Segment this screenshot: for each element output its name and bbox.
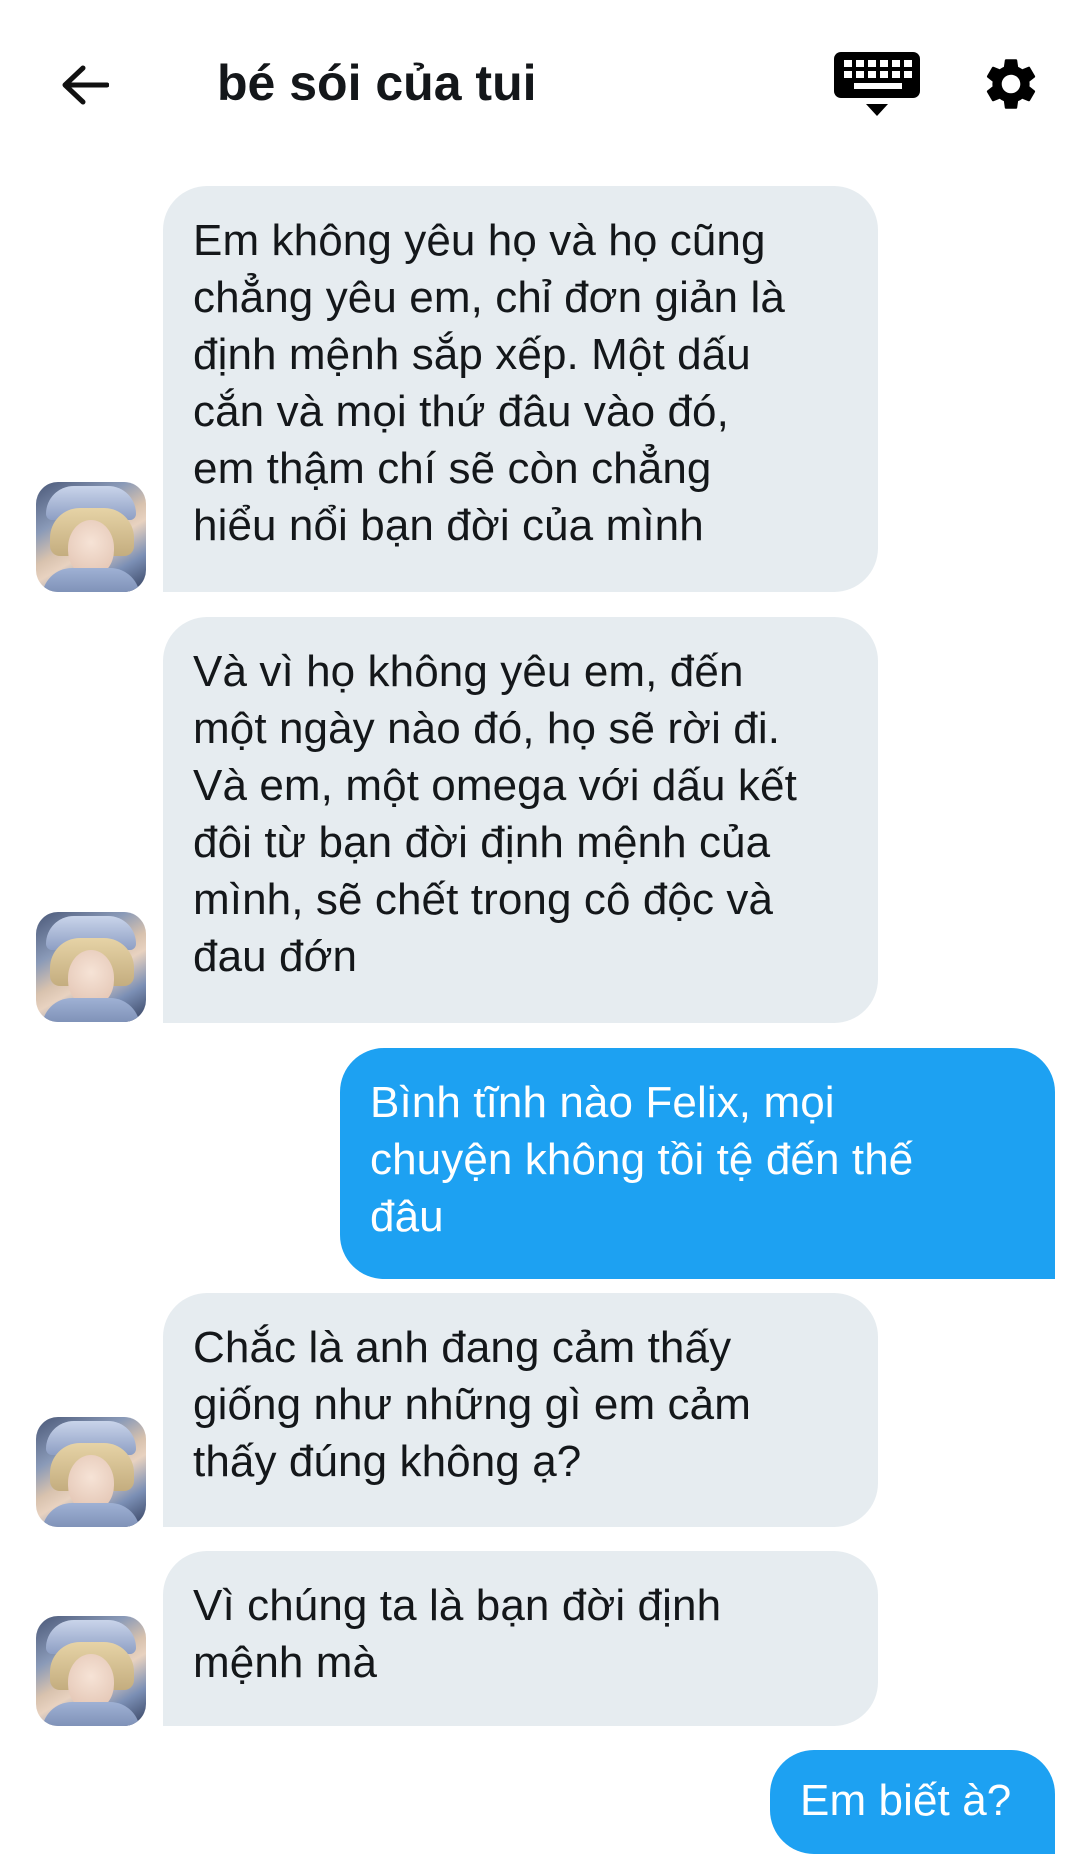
avatar[interactable]	[36, 1417, 146, 1527]
message-bubble[interactable]: Và vì họ không yêu em, đến một ngày nào …	[163, 617, 878, 1023]
keyboard-button[interactable]	[828, 50, 928, 120]
avatar[interactable]	[36, 912, 146, 1022]
conversation-title: bé sói của tui	[217, 55, 537, 111]
chat-header: bé sói của tui	[0, 0, 1079, 165]
arrow-left-icon	[62, 65, 109, 105]
settings-button[interactable]	[973, 46, 1049, 122]
keyboard-icon	[834, 52, 920, 116]
back-button[interactable]	[52, 52, 118, 118]
avatar[interactable]	[36, 482, 146, 592]
message-bubble[interactable]: Chắc là anh đang cảm thấy giống như nhữn…	[163, 1293, 878, 1527]
gear-icon	[986, 59, 1036, 109]
message-bubble[interactable]: Bình tĩnh nào Felix, mọi chuyện không tồ…	[340, 1048, 1055, 1279]
avatar[interactable]	[36, 1616, 146, 1726]
message-bubble[interactable]: Vì chúng ta là bạn đời định mệnh mà	[163, 1551, 878, 1726]
message-bubble[interactable]: Em biết à?	[770, 1750, 1055, 1854]
message-bubble[interactable]: Em không yêu họ và họ cũng chẳng yêu em,…	[163, 186, 878, 592]
